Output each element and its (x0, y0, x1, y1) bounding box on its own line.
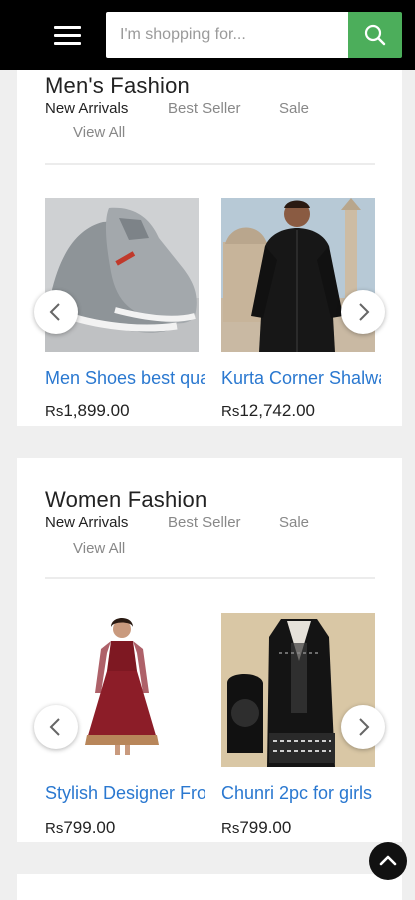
chevron-up-icon (379, 855, 397, 866)
price-value: 799.00 (63, 818, 116, 837)
carousel-next-button[interactable] (341, 290, 385, 334)
search-input[interactable] (106, 12, 348, 58)
section-title: Women Fashion (45, 487, 208, 512)
menu-button[interactable] (46, 16, 90, 54)
divider (45, 577, 375, 579)
mens-fashion-section: Men's Fashion New Arrivals Best Seller S… (17, 70, 402, 426)
chevron-right-icon (359, 718, 370, 736)
product-price: Rs799.00 (45, 818, 115, 838)
search-button[interactable] (348, 12, 402, 58)
product-name[interactable]: Kurta Corner Shalwar Kameez (221, 368, 381, 389)
menu-icon-bar (54, 34, 81, 37)
product-price: Rs799.00 (221, 818, 291, 838)
divider (45, 163, 375, 165)
section-title: Men's Fashion (45, 73, 190, 98)
product-price: Rs12,742.00 (221, 401, 315, 421)
tab-new-arrivals[interactable]: New Arrivals (45, 100, 128, 117)
carousel-prev-button[interactable] (34, 705, 78, 749)
carousel-next-button[interactable] (341, 705, 385, 749)
price-value: 799.00 (239, 818, 292, 837)
search-icon (364, 24, 386, 46)
tab-sale[interactable]: Sale (279, 514, 309, 531)
tab-view-all[interactable]: View All (73, 540, 125, 557)
women-fashion-section: Women Fashion New Arrivals Best Seller S… (17, 458, 402, 842)
currency-symbol: Rs (45, 820, 64, 837)
tab-new-arrivals[interactable]: New Arrivals (45, 514, 128, 531)
currency-symbol: Rs (221, 820, 240, 837)
tab-best-seller[interactable]: Best Seller (168, 514, 241, 531)
chevron-right-icon (359, 303, 370, 321)
product-price: Rs1,899.00 (45, 401, 130, 421)
scroll-to-top-button[interactable] (369, 842, 407, 880)
next-section (17, 874, 402, 900)
carousel-prev-button[interactable] (34, 290, 78, 334)
tab-best-seller[interactable]: Best Seller (168, 100, 241, 117)
tab-view-all[interactable]: View All (73, 124, 125, 141)
tab-sale[interactable]: Sale (279, 100, 309, 117)
product-name[interactable]: Chunri 2pc for girls (221, 783, 381, 804)
chevron-left-icon (49, 718, 60, 736)
currency-symbol: Rs (221, 403, 240, 420)
menu-icon (54, 26, 81, 29)
product-name[interactable]: Stylish Designer Frock (45, 783, 205, 804)
currency-symbol: Rs (45, 403, 64, 420)
menu-icon-bar (54, 42, 81, 45)
price-value: 12,742.00 (239, 401, 315, 420)
product-name[interactable]: Men Shoes best quality (45, 368, 205, 389)
price-value: 1,899.00 (63, 401, 130, 420)
top-bar (0, 0, 415, 70)
chevron-left-icon (49, 303, 60, 321)
